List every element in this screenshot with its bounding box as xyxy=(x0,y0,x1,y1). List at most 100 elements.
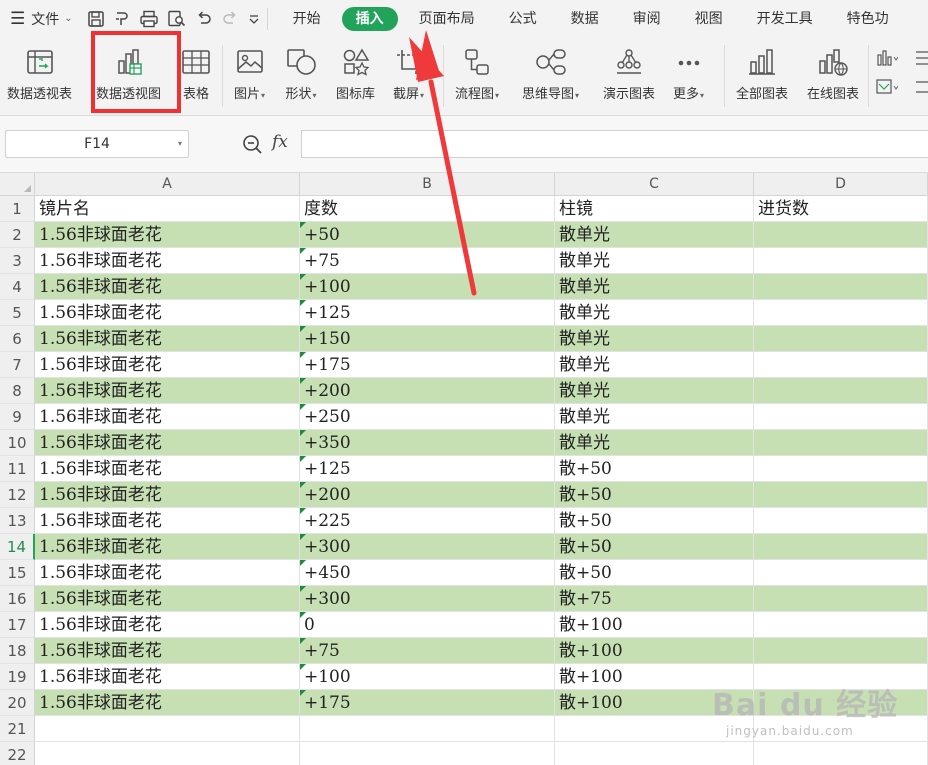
tab-view[interactable]: 视图 xyxy=(678,7,740,31)
table-cell[interactable]: 散单光 xyxy=(555,404,754,430)
table-cell[interactable]: 1.56非球面老花 xyxy=(35,456,300,482)
zoom-icon[interactable] xyxy=(242,134,264,156)
row-header[interactable]: 3 xyxy=(0,248,35,274)
row-header[interactable]: 13 xyxy=(0,508,35,534)
table-cell[interactable]: +225 xyxy=(300,508,555,534)
row-header[interactable]: 2 xyxy=(0,222,35,248)
name-box[interactable]: F14 ▾ xyxy=(5,130,189,158)
select-all-corner[interactable] xyxy=(0,173,35,196)
table-cell[interactable]: 散+50 xyxy=(555,534,754,560)
header-cell[interactable]: 进货数 xyxy=(754,196,928,222)
table-cell[interactable]: 1.56非球面老花 xyxy=(35,482,300,508)
row-header[interactable]: 9 xyxy=(0,404,35,430)
table-cell[interactable]: 1.56非球面老花 xyxy=(35,664,300,690)
picture-button[interactable]: 图片▾ xyxy=(234,43,265,102)
table-cell[interactable]: +50 xyxy=(300,222,555,248)
table-button[interactable]: 表格 xyxy=(181,43,211,102)
column-header[interactable]: C xyxy=(555,173,754,196)
undo-icon[interactable] xyxy=(195,10,213,28)
redo-icon[interactable] xyxy=(221,10,239,28)
list-chart-small-icon[interactable] xyxy=(914,49,928,67)
row-header[interactable]: 19 xyxy=(0,664,35,690)
table-cell[interactable]: 1.56非球面老花 xyxy=(35,378,300,404)
row-header[interactable]: 16 xyxy=(0,586,35,612)
shape-button[interactable]: 形状▾ xyxy=(285,43,317,102)
table-cell[interactable] xyxy=(754,456,928,482)
row-header[interactable]: 20 xyxy=(0,690,35,716)
row-header[interactable]: 4 xyxy=(0,274,35,300)
pie-chart-small-icon[interactable] xyxy=(914,78,928,96)
table-cell[interactable]: 1.56非球面老花 xyxy=(35,690,300,716)
row-header[interactable]: 10 xyxy=(0,430,35,456)
table-cell[interactable]: 散单光 xyxy=(555,248,754,274)
row-header[interactable]: 1 xyxy=(0,196,35,222)
table-cell[interactable]: 散+100 xyxy=(555,638,754,664)
table-cell[interactable]: 1.56非球面老花 xyxy=(35,222,300,248)
header-cell[interactable]: 镜片名 xyxy=(35,196,300,222)
more-button[interactable]: 更多▾ xyxy=(673,43,704,102)
table-cell[interactable]: +450 xyxy=(300,560,555,586)
table-cell[interactable]: 散单光 xyxy=(555,300,754,326)
mindmap-button[interactable]: 思维导图▾ xyxy=(522,43,579,102)
row-header[interactable]: 22 xyxy=(0,742,35,765)
table-cell[interactable]: 散单光 xyxy=(555,326,754,352)
demo-chart-button[interactable]: 演示图表 xyxy=(603,43,655,102)
tab-data[interactable]: 数据 xyxy=(554,7,616,31)
table-cell[interactable]: 散+50 xyxy=(555,560,754,586)
row-header[interactable]: 14 xyxy=(0,534,35,560)
table-cell[interactable]: +250 xyxy=(300,404,555,430)
table-cell[interactable] xyxy=(754,248,928,274)
tab-home[interactable]: 开始 xyxy=(276,7,338,31)
table-cell[interactable]: 1.56非球面老花 xyxy=(35,534,300,560)
table-cell[interactable] xyxy=(300,716,555,742)
table-cell[interactable] xyxy=(754,404,928,430)
save-icon[interactable] xyxy=(87,10,105,28)
table-cell[interactable]: +100 xyxy=(300,664,555,690)
flowchart-button[interactable]: 流程图▾ xyxy=(455,43,499,102)
tab-page-layout[interactable]: 页面布局 xyxy=(402,7,492,31)
header-cell[interactable]: 柱镜 xyxy=(555,196,754,222)
table-cell[interactable]: +125 xyxy=(300,300,555,326)
line-chart-small-icon[interactable] xyxy=(876,78,898,96)
table-cell[interactable] xyxy=(754,482,928,508)
table-cell[interactable]: 1.56非球面老花 xyxy=(35,508,300,534)
table-cell[interactable]: 散单光 xyxy=(555,378,754,404)
formula-input[interactable] xyxy=(301,130,928,158)
row-header[interactable]: 17 xyxy=(0,612,35,638)
row-header[interactable]: 15 xyxy=(0,560,35,586)
tab-insert[interactable]: 插入 xyxy=(341,6,398,31)
row-header[interactable]: 8 xyxy=(0,378,35,404)
bar-chart-small-icon[interactable] xyxy=(876,49,898,67)
tab-review[interactable]: 审阅 xyxy=(616,7,678,31)
table-cell[interactable] xyxy=(754,222,928,248)
format-painter-icon[interactable] xyxy=(113,10,131,28)
table-cell[interactable]: 散+75 xyxy=(555,586,754,612)
table-cell[interactable]: +300 xyxy=(300,586,555,612)
table-cell[interactable]: +175 xyxy=(300,352,555,378)
table-cell[interactable] xyxy=(754,612,928,638)
table-cell[interactable]: 散单光 xyxy=(555,352,754,378)
column-header[interactable]: A xyxy=(35,173,300,196)
table-cell[interactable] xyxy=(754,300,928,326)
table-cell[interactable] xyxy=(754,638,928,664)
table-cell[interactable]: 1.56非球面老花 xyxy=(35,586,300,612)
table-cell[interactable]: 0 xyxy=(300,612,555,638)
fx-icon[interactable]: fx xyxy=(272,132,288,152)
row-header[interactable]: 5 xyxy=(0,300,35,326)
table-cell[interactable]: 散+100 xyxy=(555,612,754,638)
table-cell[interactable]: 1.56非球面老花 xyxy=(35,300,300,326)
table-cell[interactable]: 散+50 xyxy=(555,456,754,482)
table-cell[interactable] xyxy=(754,560,928,586)
table-cell[interactable]: 1.56非球面老花 xyxy=(35,638,300,664)
table-cell[interactable]: +175 xyxy=(300,690,555,716)
header-cell[interactable]: 度数 xyxy=(300,196,555,222)
print-icon[interactable] xyxy=(139,10,159,28)
tab-formulas[interactable]: 公式 xyxy=(492,7,554,31)
table-cell[interactable]: +300 xyxy=(300,534,555,560)
table-cell[interactable]: +100 xyxy=(300,274,555,300)
table-cell[interactable]: +75 xyxy=(300,638,555,664)
table-cell[interactable]: +75 xyxy=(300,248,555,274)
table-cell[interactable]: 散+50 xyxy=(555,482,754,508)
table-cell[interactable] xyxy=(754,378,928,404)
screenshot-button[interactable]: 截屏▾ xyxy=(393,43,424,102)
